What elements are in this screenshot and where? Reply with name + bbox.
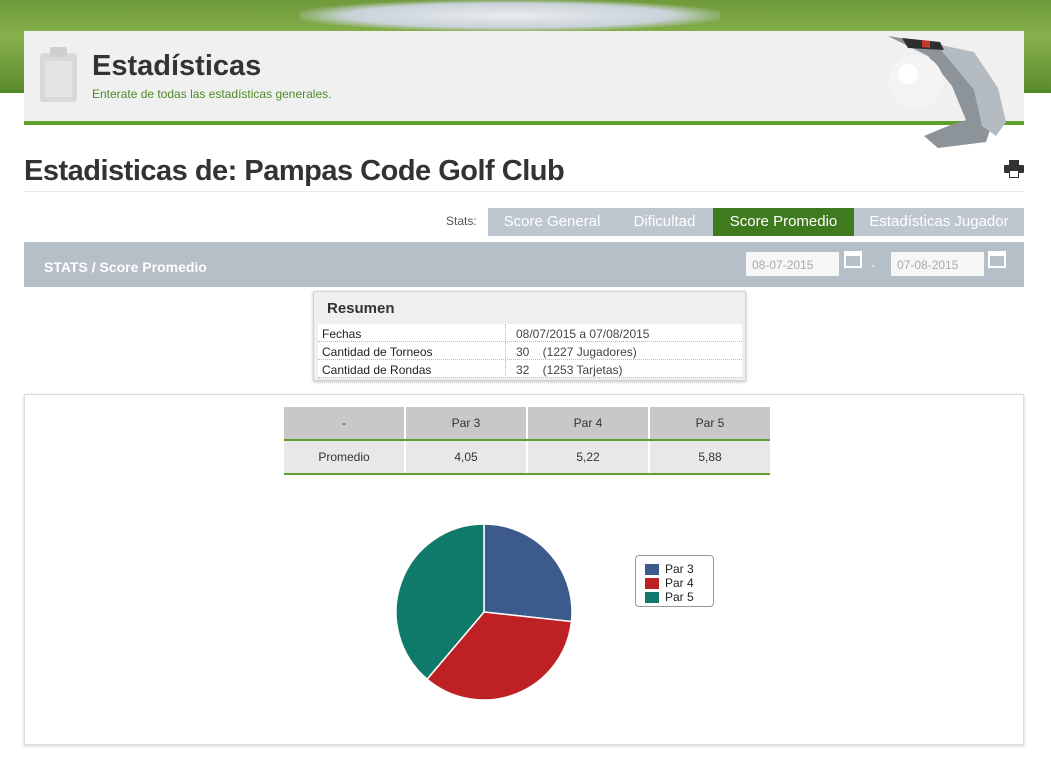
table-cell: 5,22 <box>528 441 648 473</box>
date-to-input[interactable] <box>891 252 984 276</box>
chart-legend: Par 3 Par 4 Par 5 <box>635 555 714 607</box>
summary-row: Cantidad de Rondas 32 (1253 Tarjetas) <box>318 360 742 378</box>
summary-title: Resumen <box>327 300 395 317</box>
calendar-icon[interactable] <box>844 250 862 268</box>
calendar-icon[interactable] <box>988 250 1006 268</box>
table-cell: 4,05 <box>406 441 526 473</box>
legend-label: Par 3 <box>665 562 694 576</box>
date-from-input[interactable] <box>746 252 839 276</box>
summary-value: 32 (1253 Tarjetas) <box>516 363 623 377</box>
summary-divider <box>505 360 506 378</box>
stats-tabs-label: Stats: <box>446 214 477 228</box>
date-range-separator: - <box>871 258 875 272</box>
pie-slice-par-3 <box>483 523 573 623</box>
table-cell: Promedio <box>284 441 404 473</box>
summary-label: Cantidad de Rondas <box>322 363 432 377</box>
header-subtitle: Enterate de todas las estadísticas gener… <box>92 87 332 101</box>
summary-divider <box>505 324 506 342</box>
summary-value: 08/07/2015 a 07/08/2015 <box>516 327 650 341</box>
print-icon[interactable] <box>1004 160 1024 178</box>
legend-label: Par 4 <box>665 576 694 590</box>
table-bottom-rule <box>284 473 770 475</box>
legend-swatch <box>645 564 659 575</box>
header-title: Estadísticas <box>92 50 262 82</box>
table-header: Par 3 <box>406 407 526 439</box>
legend-swatch <box>645 578 659 589</box>
page-title: Estadisticas de: Pampas Code Golf Club <box>24 155 565 187</box>
summary-divider <box>505 342 506 360</box>
summary-label: Cantidad de Torneos <box>322 345 433 359</box>
table-header: Par 5 <box>650 407 770 439</box>
summary-row: Fechas 08/07/2015 a 07/08/2015 <box>318 324 742 342</box>
tab-score-promedio[interactable]: Score Promedio <box>713 208 854 236</box>
summary-row: Cantidad de Torneos 30 (1227 Jugadores) <box>318 342 742 360</box>
tab-score-general[interactable]: Score General <box>488 208 616 236</box>
pie-chart <box>395 523 573 701</box>
header-accent-line <box>24 121 1024 125</box>
summary-value: 30 (1227 Jugadores) <box>516 345 637 359</box>
tab-dificultad[interactable]: Dificultad <box>616 208 713 236</box>
legend-label: Par 5 <box>665 590 694 604</box>
summary-label: Fechas <box>322 327 362 341</box>
table-cell: 5,88 <box>650 441 770 473</box>
title-divider <box>24 191 1024 192</box>
table-header: Par 4 <box>528 407 648 439</box>
legend-swatch <box>645 592 659 603</box>
stats-bar-title: STATS / Score Promedio <box>44 259 207 275</box>
clipboard-icon <box>40 47 77 102</box>
table-header: - <box>284 407 404 439</box>
golf-club-icon <box>888 36 1006 148</box>
tab-estadisticas-jugador[interactable]: Estadísticas Jugador <box>854 208 1024 236</box>
